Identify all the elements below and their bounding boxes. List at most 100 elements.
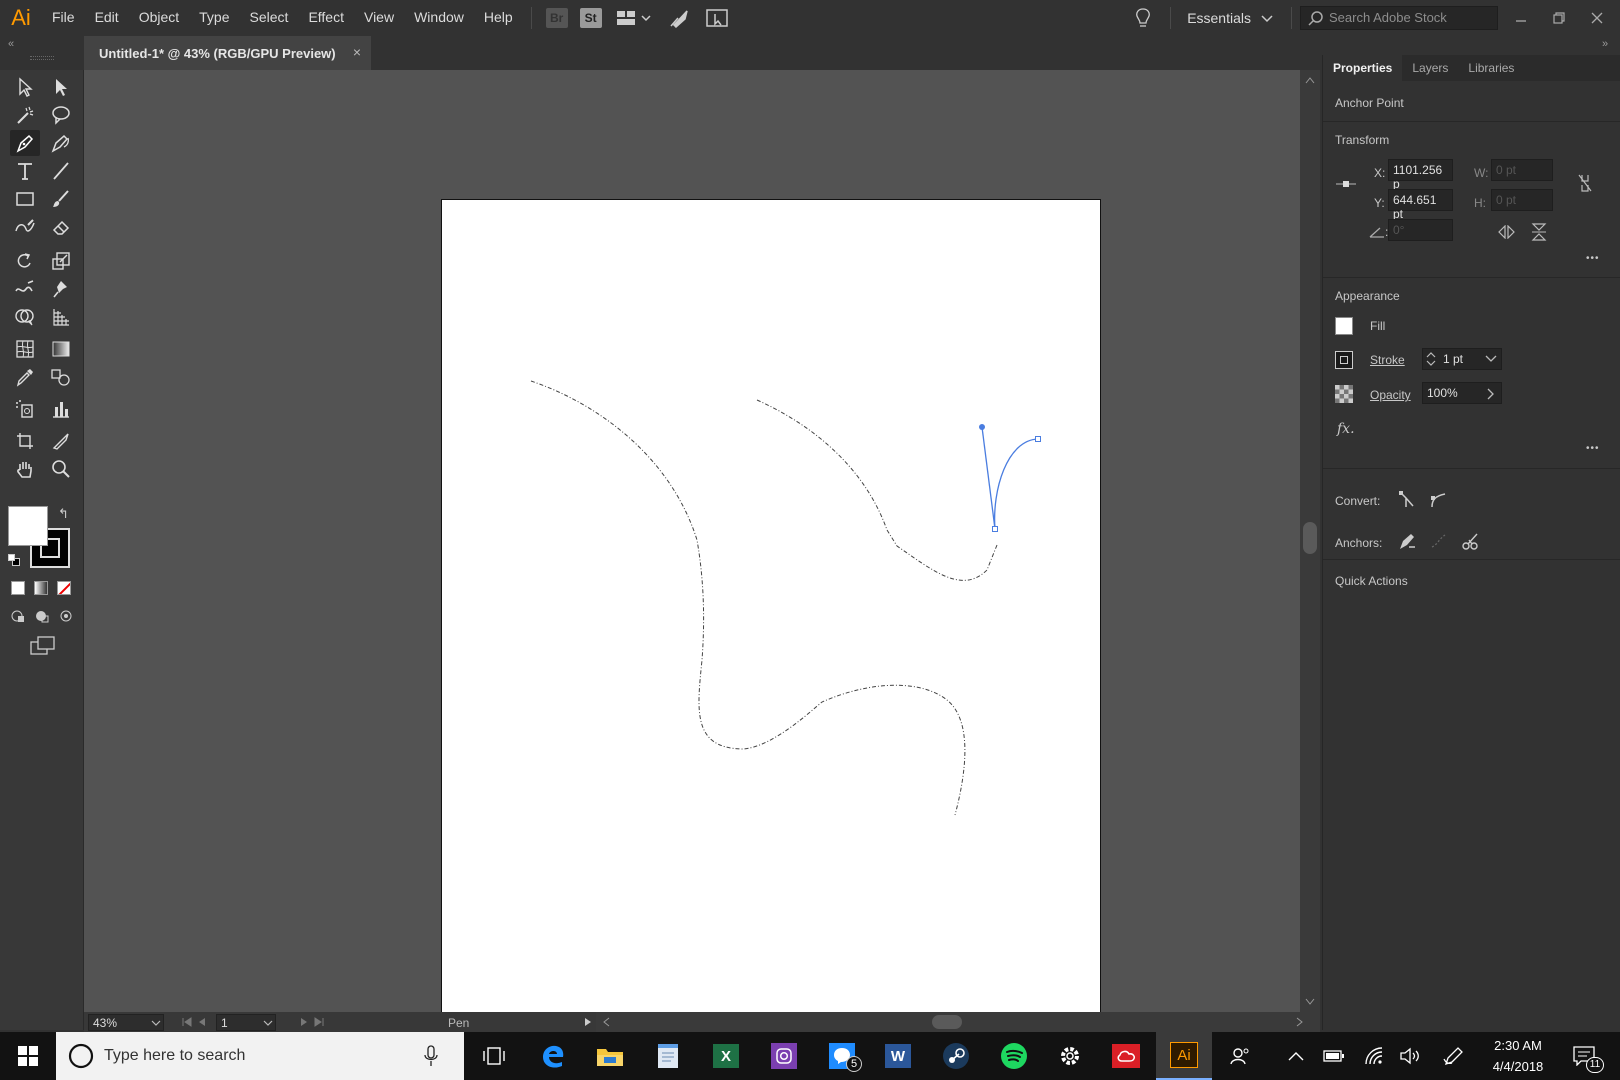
toolbar-grip[interactable] <box>30 56 54 60</box>
convert-to-smooth-icon[interactable] <box>1429 490 1447 508</box>
artboard-tool[interactable] <box>10 428 40 454</box>
zoom-field[interactable]: 43% <box>88 1014 164 1031</box>
file-explorer-app[interactable] <box>582 1032 638 1080</box>
menu-file[interactable]: File <box>42 0 85 35</box>
menu-edit[interactable]: Edit <box>85 0 129 35</box>
artboard-number-field[interactable]: 1 <box>216 1014 276 1031</box>
remove-anchor-icon[interactable] <box>1397 531 1417 551</box>
hand-tool[interactable] <box>10 456 40 482</box>
blend-tool[interactable] <box>46 364 76 390</box>
gradient-tool[interactable] <box>46 336 76 362</box>
scale-tool[interactable] <box>46 248 76 274</box>
scroll-left-icon[interactable] <box>602 1017 610 1027</box>
flip-horizontal-icon[interactable] <box>1497 225 1515 239</box>
panel-collapse-icon[interactable]: » <box>1602 38 1608 50</box>
height-field[interactable]: 0 pt <box>1491 189 1553 211</box>
rotate-tool[interactable] <box>10 248 40 274</box>
eyedropper-tool[interactable] <box>10 364 40 390</box>
reference-point-icon[interactable] <box>1335 179 1357 189</box>
change-screen-mode-button[interactable] <box>30 636 56 656</box>
magic-wand-tool[interactable] <box>10 102 40 128</box>
constrain-proportions-icon[interactable] <box>1577 173 1593 193</box>
action-center-button[interactable]: 11 <box>1560 1032 1608 1080</box>
stroke-stepper-icon[interactable] <box>1425 349 1437 369</box>
artboard[interactable] <box>441 199 1101 1079</box>
fx-button[interactable]: fx. <box>1337 421 1355 437</box>
messenger-app[interactable]: 5 <box>814 1032 870 1080</box>
show-hidden-icons-button[interactable] <box>1276 1032 1316 1080</box>
volume-button[interactable] <box>1390 1032 1430 1080</box>
menu-view[interactable]: View <box>354 0 404 35</box>
stroke-color-swatch[interactable] <box>1335 351 1353 369</box>
draw-normal-button[interactable] <box>10 608 26 624</box>
type-tool[interactable] <box>10 158 40 184</box>
draw-behind-button[interactable] <box>34 608 50 624</box>
chevron-down-icon[interactable] <box>1485 355 1497 363</box>
fill-color-swatch[interactable] <box>1335 317 1353 335</box>
tab-layers[interactable]: Layers <box>1402 55 1458 81</box>
warp-tool[interactable] <box>10 276 40 302</box>
stroke-label[interactable]: Stroke <box>1370 353 1405 367</box>
artwork-paths[interactable] <box>442 200 1102 1080</box>
horizontal-scrollbar[interactable] <box>596 1012 1320 1032</box>
menu-help[interactable]: Help <box>474 0 523 35</box>
next-artboard-icon[interactable] <box>300 1017 308 1027</box>
illustrator-app[interactable]: Ai <box>1156 1032 1212 1080</box>
color-mode-button[interactable] <box>11 581 25 595</box>
scroll-thumb[interactable] <box>1303 522 1317 554</box>
shaper-tool[interactable] <box>10 214 40 240</box>
flip-vertical-icon[interactable] <box>1531 223 1547 241</box>
microphone-icon[interactable] <box>424 1045 438 1067</box>
menu-object[interactable]: Object <box>129 0 189 35</box>
status-menu-icon[interactable] <box>584 1017 592 1027</box>
restore-button[interactable] <box>1546 5 1572 31</box>
puppet-warp-tool[interactable] <box>46 276 76 302</box>
appearance-more-button[interactable]: ••• <box>1586 443 1600 454</box>
stock-search[interactable]: Search Adobe Stock <box>1300 5 1498 30</box>
width-field[interactable]: 0 pt <box>1491 159 1553 181</box>
excel-app[interactable]: X <box>698 1032 754 1080</box>
arrange-documents-button[interactable] <box>614 5 654 31</box>
slice-tool[interactable] <box>46 428 76 454</box>
menu-type[interactable]: Type <box>189 0 239 35</box>
fill-swatch[interactable] <box>8 506 48 546</box>
default-fill-stroke-icon[interactable] <box>8 554 20 566</box>
mesh-tool[interactable] <box>10 336 40 362</box>
battery-button[interactable] <box>1314 1032 1354 1080</box>
rotate-angle-field[interactable]: 0° <box>1388 219 1453 241</box>
bridge-button[interactable]: Br <box>545 7 568 28</box>
zoom-tool[interactable] <box>46 456 76 482</box>
word-app[interactable]: W <box>870 1032 926 1080</box>
horizontal-scroll-thumb[interactable] <box>932 1015 962 1029</box>
network-button[interactable] <box>1354 1032 1394 1080</box>
canvas-area[interactable] <box>84 70 1300 1079</box>
transform-more-button[interactable]: ••• <box>1586 253 1600 264</box>
toolbar-collapse-icon[interactable]: « <box>8 38 14 50</box>
y-position-field[interactable]: 644.651 pt <box>1388 189 1453 221</box>
previous-artboard-icon[interactable] <box>198 1017 206 1027</box>
pen-tool[interactable] <box>10 130 40 156</box>
menu-select[interactable]: Select <box>240 0 299 35</box>
eraser-tool[interactable] <box>46 214 76 240</box>
notepad-app[interactable] <box>640 1032 696 1080</box>
stock-button[interactable]: St <box>579 7 602 28</box>
creative-cloud-app[interactable] <box>1098 1032 1154 1080</box>
taskbar-search[interactable]: Type here to search <box>56 1032 464 1080</box>
document-tab[interactable]: Untitled-1* @ 43% (RGB/GPU Preview) × <box>84 36 371 70</box>
column-graph-tool[interactable] <box>46 396 76 422</box>
discover-button[interactable] <box>1130 5 1156 31</box>
perspective-grid-tool[interactable] <box>46 304 76 330</box>
clock[interactable]: 2:30 AM 4/4/2018 <box>1478 1035 1558 1079</box>
task-view-button[interactable] <box>466 1032 522 1080</box>
last-artboard-icon[interactable] <box>314 1017 324 1027</box>
line-segment-tool[interactable] <box>46 158 76 184</box>
close-window-button[interactable] <box>1584 5 1610 31</box>
gpu-performance-button[interactable] <box>666 5 692 31</box>
x-position-field[interactable]: 1101.256 p <box>1388 159 1453 191</box>
minimize-button[interactable] <box>1508 5 1534 31</box>
symbol-sprayer-tool[interactable] <box>10 396 40 422</box>
vertical-scrollbar[interactable] <box>1300 70 1320 1012</box>
settings-app[interactable] <box>1042 1032 1098 1080</box>
instagram-app[interactable] <box>756 1032 812 1080</box>
menu-window[interactable]: Window <box>404 0 474 35</box>
